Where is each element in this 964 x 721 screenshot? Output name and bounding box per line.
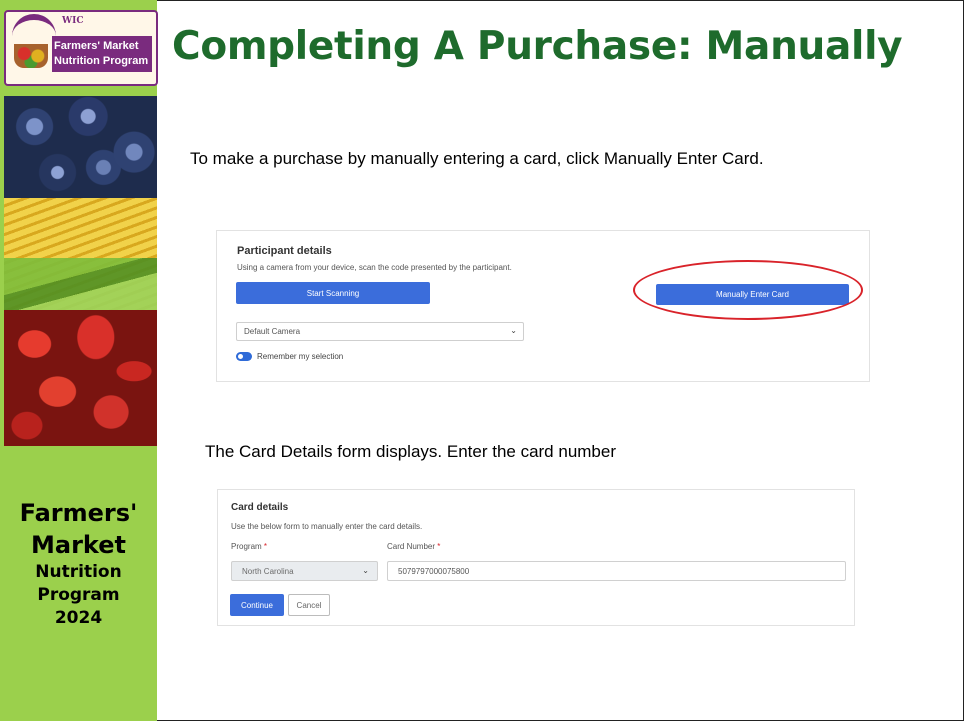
produce-basket-icon xyxy=(14,44,48,68)
remember-selection-toggle[interactable] xyxy=(236,352,252,361)
program-select[interactable]: North Carolina ⌄ xyxy=(231,561,378,581)
program-label-text: Program xyxy=(231,542,262,551)
corn-husk xyxy=(4,258,157,310)
start-scanning-button[interactable]: Start Scanning xyxy=(236,282,430,304)
cancel-button[interactable]: Cancel xyxy=(288,594,330,616)
camera-select[interactable]: Default Camera ⌄ xyxy=(236,322,524,341)
program-select-value: North Carolina xyxy=(242,567,294,576)
program-year: 2024 xyxy=(54,608,103,628)
program-label: Program * xyxy=(231,542,267,551)
program-name: Farmers' Market Nutrition Program 2024 xyxy=(0,497,157,630)
logo-wic-text: WIC xyxy=(62,16,84,26)
chevron-down-icon: ⌄ xyxy=(362,566,369,575)
program-name-line-3: Nutrition xyxy=(35,562,122,582)
card-details-panel: Card details Use the below form to manua… xyxy=(217,489,855,626)
strawberries-image xyxy=(4,310,157,446)
fmnp-logo: WIC Farmers' Market Nutrition Program xyxy=(4,10,158,86)
remember-selection-label: Remember my selection xyxy=(257,352,344,361)
participant-details-heading: Participant details xyxy=(237,245,332,257)
instruction-text-2: The Card Details form displays. Enter th… xyxy=(205,442,617,461)
program-name-line-2: Market xyxy=(31,531,126,559)
sidebar: WIC Farmers' Market Nutrition Program Fa… xyxy=(0,0,158,721)
corn-image xyxy=(4,198,157,310)
required-marker: * xyxy=(437,542,441,551)
card-number-input[interactable]: 5079797000075800 xyxy=(387,561,846,581)
chevron-down-icon: ⌄ xyxy=(510,326,517,335)
card-number-label-text: Card Number xyxy=(387,542,436,551)
instruction-text-1: To make a purchase by manually entering … xyxy=(190,149,764,168)
card-number-label: Card Number * xyxy=(387,542,440,551)
slide-title: Completing A Purchase: Manually xyxy=(172,24,903,69)
highlight-circle-annotation xyxy=(633,260,863,320)
logo-arc xyxy=(12,14,56,42)
program-name-line-1: Farmers' xyxy=(19,499,138,527)
required-marker: * xyxy=(263,542,268,551)
blueberries-image xyxy=(4,96,157,198)
program-name-line-4: Program xyxy=(37,585,120,605)
logo-line-1: Farmers' Market xyxy=(54,40,139,52)
continue-button[interactable]: Continue xyxy=(230,594,284,616)
participant-details-description: Using a camera from your device, scan th… xyxy=(237,263,512,272)
card-details-heading: Card details xyxy=(231,502,289,513)
card-details-description: Use the below form to manually enter the… xyxy=(231,522,423,531)
camera-select-value: Default Camera xyxy=(244,327,301,336)
logo-banner: Farmers' Market Nutrition Program xyxy=(52,36,152,72)
logo-line-2: Nutrition Program xyxy=(54,55,149,67)
